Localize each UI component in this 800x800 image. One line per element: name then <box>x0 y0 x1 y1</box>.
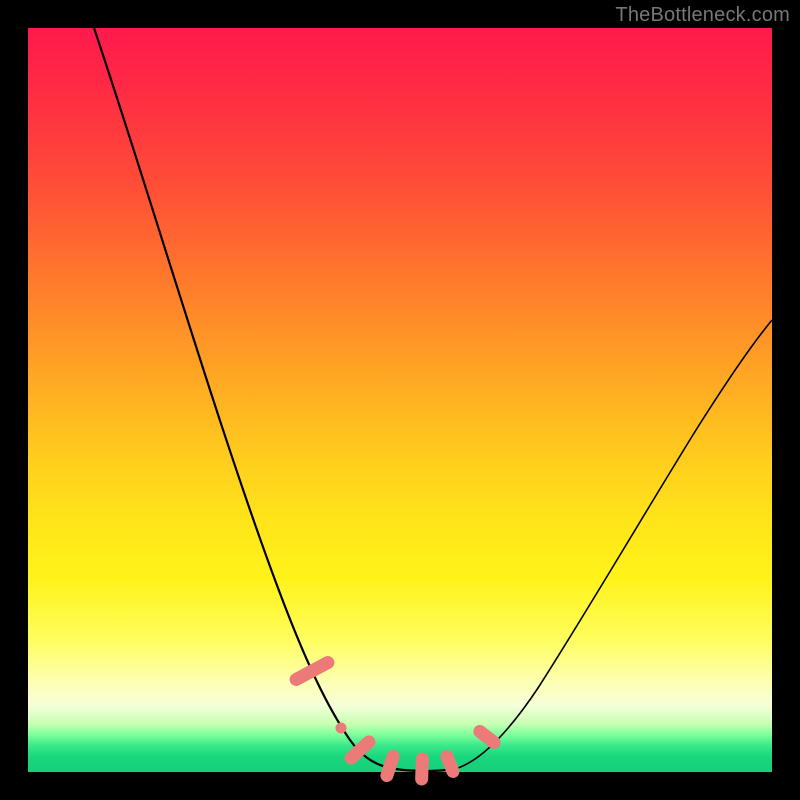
valley-marker-3 <box>415 753 428 785</box>
curve-right-branch <box>458 320 772 768</box>
curve-left-branch <box>94 28 390 768</box>
watermark-text: TheBottleneck.com <box>615 4 790 27</box>
valley-marker-4 <box>439 749 461 779</box>
left-descent-marker <box>288 654 336 687</box>
valley-markers <box>288 654 503 785</box>
plot-area <box>28 28 772 772</box>
valley-marker-dot-1 <box>336 723 346 733</box>
bottleneck-curve <box>28 28 772 772</box>
chart-frame: TheBottleneck.com <box>0 0 800 800</box>
right-ascent-marker <box>471 723 502 751</box>
